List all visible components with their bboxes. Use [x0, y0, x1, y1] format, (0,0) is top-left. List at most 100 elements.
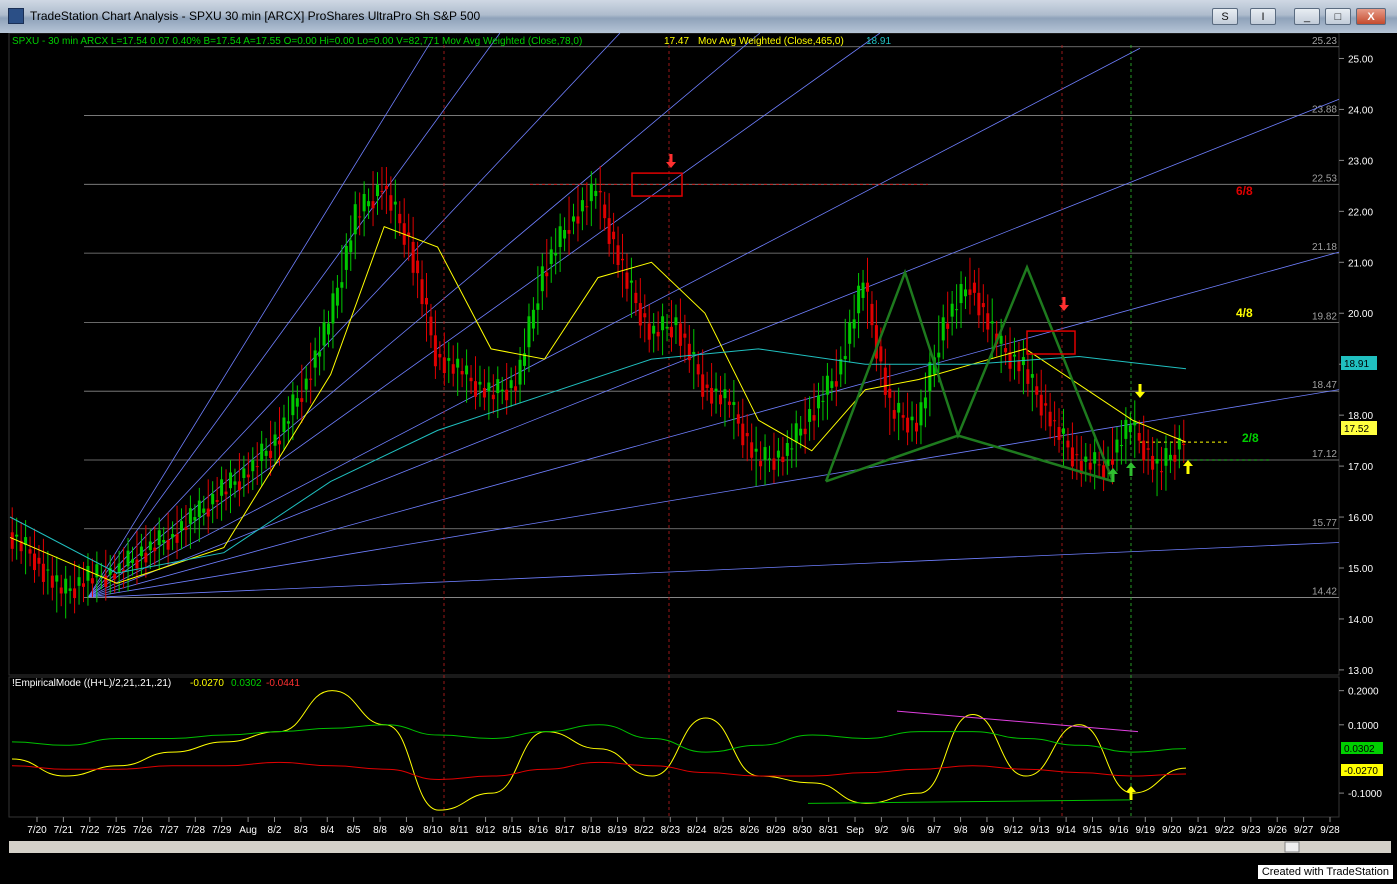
x-tick-label: 8/11 — [450, 825, 469, 836]
price-body — [251, 459, 255, 472]
indicator-v1: -0.0270 — [190, 678, 224, 689]
price-body — [901, 415, 905, 418]
price-body — [1111, 459, 1114, 465]
x-tick-label: 7/21 — [54, 825, 74, 836]
price-body — [300, 398, 304, 402]
x-tick-label: 8/12 — [476, 825, 496, 836]
price-body — [972, 282, 976, 293]
price-body — [117, 563, 121, 574]
price-body — [367, 201, 371, 207]
scrollbar-thumb[interactable] — [1284, 841, 1300, 853]
price-body — [384, 185, 388, 190]
price-body — [260, 443, 264, 461]
price-body — [790, 448, 794, 450]
price-body — [171, 534, 175, 538]
price-body — [861, 282, 865, 298]
last-price-badge-text: 17.52 — [1344, 424, 1369, 435]
price-body — [229, 472, 232, 489]
price-body — [482, 387, 486, 398]
price-body — [870, 303, 874, 326]
price-body — [794, 423, 798, 443]
level-label: 25.23 — [1312, 36, 1337, 47]
s-menu-button[interactable]: S — [1212, 8, 1238, 25]
price-body — [665, 326, 669, 329]
horizontal-scrollbar[interactable] — [9, 841, 1391, 853]
y-tick-label: 15.00 — [1348, 564, 1373, 575]
price-body — [710, 387, 714, 404]
x-tick-label: 9/28 — [1320, 825, 1340, 836]
y-tick-label: 20.00 — [1348, 309, 1373, 320]
price-body — [719, 394, 722, 405]
price-body — [531, 309, 535, 329]
price-body — [603, 204, 607, 219]
price-body — [977, 292, 981, 316]
price-body — [313, 350, 317, 368]
price-body — [344, 245, 348, 270]
price-body — [817, 395, 820, 409]
x-tick-label: 7/29 — [212, 825, 232, 836]
x-tick-label: 9/12 — [1004, 825, 1024, 836]
x-tick-label: 9/21 — [1188, 825, 1208, 836]
price-body — [888, 388, 892, 398]
price-body — [478, 381, 482, 385]
price-body — [1017, 360, 1021, 372]
title-bar: TradeStation Chart Analysis - SPXU 30 mi… — [0, 0, 1397, 34]
price-body — [474, 381, 477, 397]
price-body — [647, 323, 651, 340]
price-body — [808, 409, 812, 422]
ind-y-tick-label: -0.1000 — [1348, 789, 1382, 800]
price-body — [340, 282, 344, 288]
price-body — [224, 491, 228, 495]
price-body — [206, 508, 210, 517]
price-body — [1124, 419, 1128, 439]
price-body — [897, 402, 901, 413]
price-body — [652, 325, 656, 334]
price-body — [242, 468, 246, 478]
price-body — [1066, 440, 1070, 448]
price-body — [184, 527, 188, 530]
price-body — [643, 313, 647, 318]
price-body — [420, 279, 424, 305]
minimize-button[interactable]: _ — [1294, 8, 1320, 25]
price-body — [1008, 352, 1012, 369]
price-body — [1168, 454, 1172, 461]
price-body — [327, 323, 330, 335]
fib-label-68: 6/8 — [1236, 184, 1253, 198]
price-body — [607, 218, 611, 244]
price-body — [589, 183, 593, 202]
x-tick-label: 9/20 — [1162, 825, 1182, 836]
price-body — [433, 335, 437, 367]
x-tick-label: 9/19 — [1136, 825, 1156, 836]
x-tick-label: 7/22 — [80, 825, 100, 836]
price-body — [68, 588, 72, 591]
i-menu-button[interactable]: I — [1250, 8, 1276, 25]
price-body — [625, 272, 629, 289]
close-button[interactable]: X — [1356, 8, 1386, 25]
price-body — [692, 351, 696, 354]
price-body — [941, 317, 945, 341]
price-body — [514, 386, 518, 391]
price-body — [554, 253, 558, 256]
price-body — [879, 346, 883, 362]
price-body — [59, 587, 63, 594]
price-body — [335, 287, 339, 306]
x-tick-label: 8/18 — [581, 825, 601, 836]
indicator-v3: -0.0441 — [266, 678, 300, 689]
ind-badge-green-text: 0.0302 — [1344, 744, 1375, 755]
price-body — [687, 343, 691, 361]
price-body — [1119, 445, 1123, 447]
price-body — [799, 428, 803, 436]
price-body — [598, 190, 602, 193]
x-tick-label: Aug — [239, 825, 257, 836]
price-body — [487, 382, 491, 392]
price-body — [331, 293, 335, 324]
x-tick-label: 9/13 — [1030, 825, 1050, 836]
chart-svg[interactable]: 25.23 23.88 22.53 21.18 19.82 18.47 17.12 15.77… — [0, 32, 1397, 879]
price-body — [264, 450, 268, 456]
price-body — [1044, 403, 1048, 406]
price-body — [656, 331, 660, 337]
chart-area[interactable]: 25.23 23.88 22.53 21.18 19.82 18.47 17.12 15.77… — [0, 32, 1397, 879]
window-title: TradeStation Chart Analysis - SPXU 30 mi… — [30, 9, 481, 23]
price-body — [162, 539, 166, 543]
maximize-button[interactable]: □ — [1325, 8, 1351, 25]
